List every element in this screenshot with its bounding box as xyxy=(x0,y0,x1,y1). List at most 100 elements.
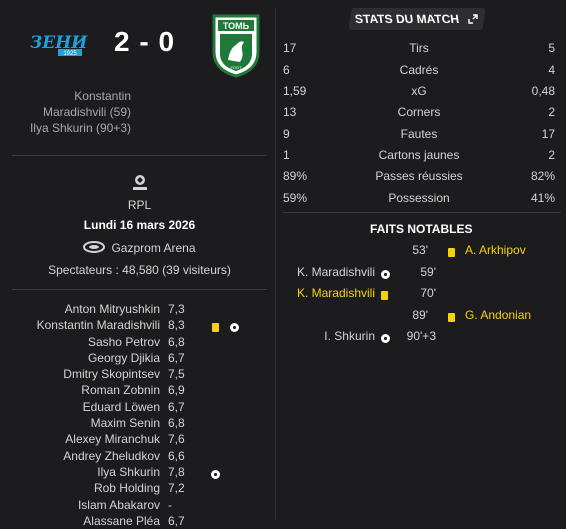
fait-minute: 90'+3 xyxy=(406,329,436,343)
stat-label: Cartons jaunes xyxy=(378,148,460,162)
stat-row: 17 Tirs 5 xyxy=(283,40,555,56)
stat-row: 9 Fautes 17 xyxy=(283,126,555,142)
player-row[interactable]: Anton Mitryushkin 7,3 xyxy=(0,301,270,317)
fait-player[interactable]: K. Maradishvili xyxy=(297,285,375,301)
stat-label: Fautes xyxy=(400,127,438,141)
player-rating: 6,7 xyxy=(168,350,185,365)
player-row[interactable]: Maxim Senin 6,8 xyxy=(0,415,270,431)
player-name[interactable]: Georgy Djikia xyxy=(88,350,160,366)
yellow-card-icon xyxy=(448,248,455,257)
fait-row: I. Shkurin 90'+3 xyxy=(283,328,563,344)
competition-name[interactable]: RPL xyxy=(0,198,279,212)
stat-label: Passes réussies xyxy=(375,169,463,183)
stat-label: Corners xyxy=(397,105,441,119)
player-rating: 6,8 xyxy=(168,334,185,349)
player-name[interactable]: Islam Abakarov xyxy=(78,497,160,513)
player-row[interactable]: Alassane Pléa 6,7 xyxy=(0,513,270,529)
player-name[interactable]: Rob Holding xyxy=(94,480,160,496)
player-row[interactable]: Rob Holding 7,2 xyxy=(0,480,270,496)
stat-away-value: 5 xyxy=(548,41,555,55)
player-name[interactable]: Sasho Petrov xyxy=(88,334,160,350)
player-rating: 7,6 xyxy=(168,432,185,447)
goal-ball-icon xyxy=(381,334,390,343)
faits-notables-title: FAITS NOTABLES xyxy=(370,222,473,236)
stat-row: 1,59 xG 0,48 xyxy=(283,83,555,99)
match-summary-panel: ЗЕНИТ 1925 2 - 0 ТОМЬ FOOT Konstantin Ma… xyxy=(0,0,270,528)
player-name[interactable]: Maxim Senin xyxy=(91,415,160,431)
player-rating: 7,3 xyxy=(168,302,185,316)
player-name[interactable]: Dmitry Skopintsev xyxy=(63,366,160,382)
attendance: Spectateurs : 48,580 (39 visiteurs) xyxy=(48,263,231,277)
fait-minute: 89' xyxy=(412,308,428,322)
player-row[interactable]: Roman Zobnin 6,9 xyxy=(0,382,270,398)
stat-away-value: 0,48 xyxy=(531,84,555,98)
player-rating: 6,8 xyxy=(168,416,185,431)
fait-player[interactable]: K. Maradishvili xyxy=(297,264,375,280)
stadium-name: Gazprom Arena xyxy=(111,241,196,255)
divider xyxy=(283,212,561,213)
fait-row: K. Maradishvili 59' xyxy=(283,264,563,280)
player-name[interactable]: Ilya Shkurin xyxy=(97,464,160,480)
fait-row: K. Maradishvili 70' xyxy=(283,285,563,301)
goal-ball-icon xyxy=(230,323,239,333)
player-row[interactable]: Sasho Petrov 6,8 xyxy=(0,334,270,350)
zenit-logo-year: 1925 xyxy=(63,51,77,57)
scorer-line: Konstantin xyxy=(74,89,131,103)
stat-row: 59% Possession 41% xyxy=(283,190,555,206)
goal-ball-icon xyxy=(381,270,390,279)
player-name[interactable]: Roman Zobnin xyxy=(81,382,160,398)
player-rating: 6,7 xyxy=(168,513,185,528)
stat-label: Possession xyxy=(388,191,450,205)
match-stats-header[interactable]: STATS DU MATCH xyxy=(348,8,486,30)
fait-player[interactable]: I. Shkurin xyxy=(324,328,375,344)
panel-divider xyxy=(275,8,276,520)
yellow-card-icon xyxy=(212,323,219,333)
scorer-line: Maradishvili (59) xyxy=(42,105,131,119)
fait-event xyxy=(381,331,390,347)
stat-row: 13 Corners 2 xyxy=(283,104,555,120)
player-name[interactable]: Alexey Miranchuk xyxy=(65,431,160,447)
away-score: 0 xyxy=(158,26,176,57)
fait-event xyxy=(381,288,388,304)
yellow-card-icon xyxy=(381,291,388,300)
player-row[interactable]: Alexey Miranchuk 7,6 xyxy=(0,431,270,447)
player-name[interactable]: Andrey Zheludkov xyxy=(63,448,160,464)
player-row[interactable]: Ilya Shkurin 7,8 xyxy=(0,464,270,480)
fait-row: A. Arkhipov 53' xyxy=(283,242,563,258)
fait-player[interactable]: A. Arkhipov xyxy=(465,242,526,258)
fait-player[interactable]: G. Andonian xyxy=(465,307,531,323)
stat-label: xG xyxy=(411,84,427,98)
divider xyxy=(12,155,267,156)
stat-away-value: 4 xyxy=(548,63,555,77)
player-row[interactable]: Eduard Löwen 6,7 xyxy=(0,399,270,415)
competition-logo[interactable] xyxy=(0,174,279,195)
scorer-line: Ilya Shkurin (90+3) xyxy=(29,121,131,135)
stat-row: 1 Cartons jaunes 2 xyxy=(283,147,555,163)
zenit-logo-icon[interactable]: ЗЕНИТ 1925 xyxy=(28,30,88,58)
stadium-icon xyxy=(83,241,106,253)
stat-row: 89% Passes réussies 82% xyxy=(283,168,555,184)
player-rating: 6,6 xyxy=(168,448,185,463)
player-rating: 8,3 xyxy=(168,318,185,333)
player-name[interactable]: Anton Mitryushkin xyxy=(65,301,160,317)
match-date: Lundi 16 mars 2026 xyxy=(83,218,196,232)
home-score: 2 xyxy=(114,26,131,57)
player-row[interactable]: Konstantin Maradishvili 8,3 xyxy=(0,317,270,333)
player-row[interactable]: Islam Abakarov - xyxy=(0,497,270,513)
player-row[interactable]: Dmitry Skopintsev 7,5 xyxy=(0,366,270,382)
player-row[interactable]: Georgy Djikia 6,7 xyxy=(0,350,270,366)
stat-away-value: 41% xyxy=(530,191,555,205)
stat-away-value: 82% xyxy=(530,169,555,183)
tom-logo-icon[interactable]: ТОМЬ FOOT xyxy=(210,12,262,78)
tom-logo-text: ТОМЬ xyxy=(223,21,250,31)
stat-away-value: 2 xyxy=(548,148,555,162)
fait-event xyxy=(448,245,455,261)
stadium-line[interactable]: Gazprom Arena xyxy=(0,241,279,255)
expand-icon[interactable] xyxy=(468,14,479,24)
player-name[interactable]: Alassane Pléa xyxy=(83,513,160,529)
player-row[interactable]: Andrey Zheludkov 6,6 xyxy=(0,448,270,464)
player-name[interactable]: Eduard Löwen xyxy=(83,399,160,415)
player-rating: 6,9 xyxy=(168,383,185,398)
player-name[interactable]: Konstantin Maradishvili xyxy=(37,317,160,333)
yellow-card-icon xyxy=(448,313,455,322)
